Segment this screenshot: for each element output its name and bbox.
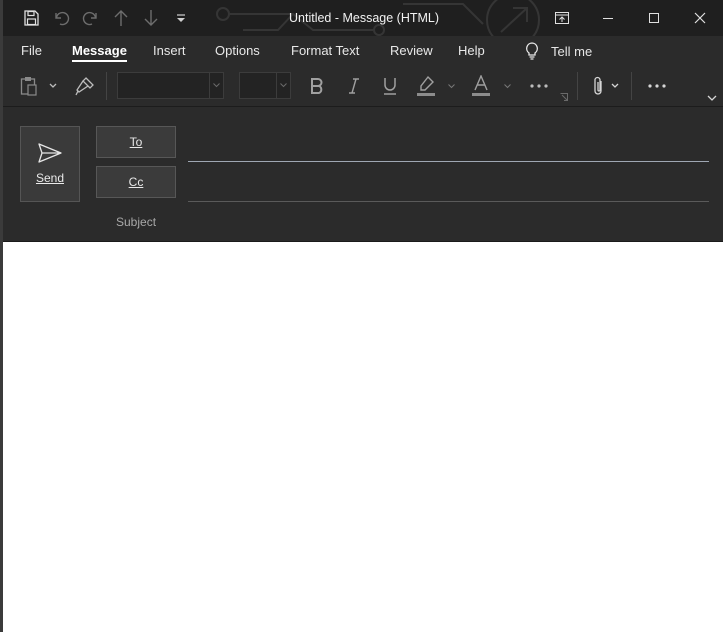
font-name-dropdown-icon[interactable]: [209, 73, 223, 98]
cc-button[interactable]: Cc: [96, 166, 176, 198]
tab-review[interactable]: Review: [390, 43, 433, 58]
cc-label: Cc: [128, 175, 144, 189]
ribbon-separator: [631, 72, 632, 100]
subject-label: Subject: [116, 215, 157, 229]
more-formatting-icon[interactable]: [525, 74, 553, 98]
ribbon-separator: [577, 72, 578, 100]
lightbulb-icon: [526, 42, 538, 60]
tab-help[interactable]: Help: [458, 43, 485, 58]
font-size-dropdown-icon[interactable]: [276, 73, 290, 98]
compose-window: Untitled - Message (HTML) File Message I…: [0, 0, 723, 632]
dialog-launcher-icon[interactable]: [559, 92, 569, 102]
paste-dropdown-icon[interactable]: [47, 78, 59, 94]
tab-message[interactable]: Message: [72, 43, 127, 62]
message-body-editor[interactable]: [3, 242, 723, 632]
tell-me-search[interactable]: Tell me: [525, 42, 592, 60]
paste-icon[interactable]: [17, 74, 41, 98]
active-tab-underline: [72, 60, 127, 62]
highlight-dropdown-icon[interactable]: [446, 78, 456, 94]
to-button[interactable]: To: [96, 126, 176, 158]
send-icon: [38, 143, 62, 163]
window-controls: [539, 0, 723, 36]
minimize-icon[interactable]: [585, 0, 631, 36]
tab-file[interactable]: File: [21, 43, 42, 58]
format-painter-icon[interactable]: [73, 74, 97, 98]
to-field[interactable]: [188, 161, 709, 162]
close-icon[interactable]: [677, 0, 723, 36]
bold-icon[interactable]: [304, 74, 330, 98]
underline-icon[interactable]: [377, 74, 403, 98]
to-label: To: [129, 135, 143, 149]
more-commands-icon[interactable]: [643, 74, 671, 98]
font-name-combobox[interactable]: [117, 72, 224, 99]
tab-message-label: Message: [72, 43, 127, 58]
expand-ribbon-icon[interactable]: [705, 92, 719, 104]
message-header: Send To Cc Subject: [3, 106, 723, 242]
tab-format-text[interactable]: Format Text: [291, 43, 359, 58]
font-size-combobox[interactable]: [239, 72, 291, 99]
italic-icon[interactable]: [341, 74, 367, 98]
window-title: Untitled - Message (HTML): [289, 11, 440, 25]
customize-qat-icon[interactable]: [171, 7, 191, 29]
redo-icon[interactable]: [81, 7, 101, 29]
send-label: Send: [35, 171, 65, 185]
undo-icon[interactable]: [51, 7, 71, 29]
ribbon-toolbar: [3, 66, 723, 106]
quick-access-toolbar: [21, 7, 191, 29]
down-arrow-icon[interactable]: [141, 7, 161, 29]
font-color-dropdown-icon[interactable]: [502, 78, 512, 94]
up-arrow-icon[interactable]: [111, 7, 131, 29]
ribbon-tabs: File Message Insert Options Format Text …: [3, 36, 723, 66]
highlight-icon[interactable]: [413, 74, 439, 98]
attach-dropdown-icon[interactable]: [609, 78, 621, 94]
cc-field[interactable]: [188, 201, 709, 202]
ribbon-separator: [106, 72, 107, 100]
attach-file-icon[interactable]: [588, 74, 610, 98]
save-icon[interactable]: [21, 7, 41, 29]
tab-options[interactable]: Options: [215, 43, 260, 58]
font-color-icon[interactable]: [468, 74, 494, 98]
maximize-icon[interactable]: [631, 0, 677, 36]
ribbon-display-options-icon[interactable]: [539, 0, 585, 36]
send-button[interactable]: Send: [20, 126, 80, 202]
title-bar: Untitled - Message (HTML): [3, 0, 723, 36]
tell-me-label: Tell me: [551, 43, 593, 59]
tab-insert[interactable]: Insert: [153, 43, 186, 58]
